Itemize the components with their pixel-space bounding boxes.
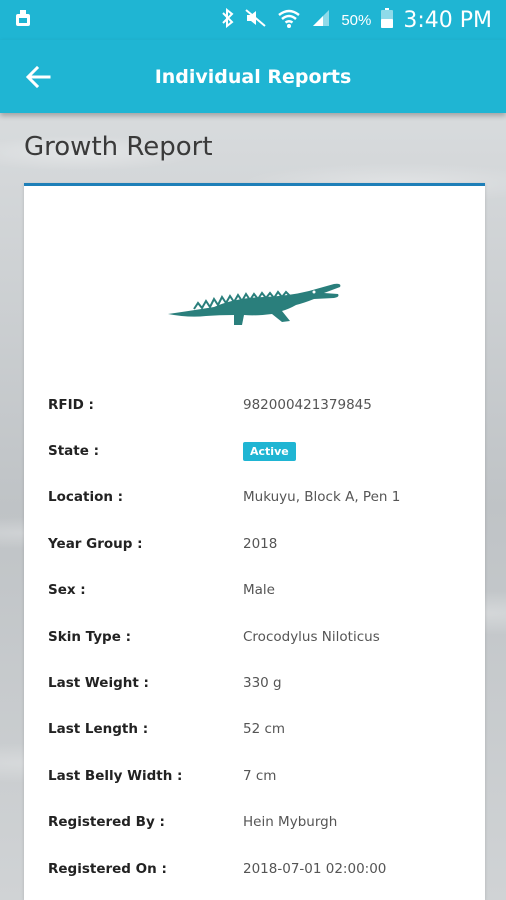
row-label: Skin Type : xyxy=(48,629,131,645)
row-value: Crocodylus Niloticus xyxy=(243,629,380,645)
bluetooth-icon xyxy=(221,7,235,33)
app-bar: Individual Reports xyxy=(0,40,506,113)
row-registered-by: Registered By : Hein Myburgh xyxy=(48,810,468,834)
status-bar: 50% 3:40 PM xyxy=(0,0,506,40)
notification-icon xyxy=(14,8,32,33)
row-last-weight: Last Weight : 330 g xyxy=(48,671,468,695)
row-skin-type: Skin Type : Crocodylus Niloticus xyxy=(48,625,468,649)
row-year-group: Year Group : 2018 xyxy=(48,532,468,556)
row-last-length: Last Length : 52 cm xyxy=(48,717,468,741)
row-value: 52 cm xyxy=(243,721,286,737)
crocodile-icon xyxy=(164,281,344,331)
signal-icon xyxy=(311,8,331,33)
row-label: Year Group : xyxy=(48,536,143,552)
row-rfid: RFID : 982000421379845 xyxy=(48,393,468,417)
row-label: Sex : xyxy=(48,582,86,598)
row-label: State : xyxy=(48,443,99,459)
row-sex: Sex : Male xyxy=(48,578,468,602)
row-location: Location : Mukuyu, Block A, Pen 1 xyxy=(48,485,468,509)
row-value: 7 cm xyxy=(243,768,277,784)
battery-percent: 50% xyxy=(341,11,372,29)
mute-icon xyxy=(245,8,267,33)
report-card: RFID : 982000421379845 State : Active Lo… xyxy=(24,183,485,900)
row-registered-on: Registered On : 2018-07-01 02:00:00 xyxy=(48,857,468,881)
row-label: Last Belly Width : xyxy=(48,768,183,784)
page-title: Growth Report xyxy=(24,132,213,162)
status-badge: Active xyxy=(243,441,296,461)
wifi-icon xyxy=(277,8,301,33)
arrow-left-icon xyxy=(25,65,51,89)
row-state: State : Active xyxy=(48,439,468,463)
row-value: Male xyxy=(243,582,275,598)
row-label: Last Weight : xyxy=(48,675,149,691)
row-label: RFID : xyxy=(48,397,94,413)
row-value: Mukuyu, Block A, Pen 1 xyxy=(243,489,401,505)
row-label: Location : xyxy=(48,489,124,505)
app-title: Individual Reports xyxy=(154,65,352,88)
row-value: 982000421379845 xyxy=(243,397,372,413)
row-last-belly-width: Last Belly Width : 7 cm xyxy=(48,764,468,788)
row-value: 2018-07-01 02:00:00 xyxy=(243,861,387,877)
status-time: 3:40 PM xyxy=(403,7,492,33)
row-value: 2018 xyxy=(243,536,278,552)
back-button[interactable] xyxy=(22,62,54,92)
row-label: Registered On : xyxy=(48,861,167,877)
row-label: Registered By : xyxy=(48,814,165,830)
row-value: 330 g xyxy=(243,675,282,691)
row-label: Last Length : xyxy=(48,721,149,737)
battery-icon xyxy=(381,7,394,33)
row-value: Hein Myburgh xyxy=(243,814,338,830)
